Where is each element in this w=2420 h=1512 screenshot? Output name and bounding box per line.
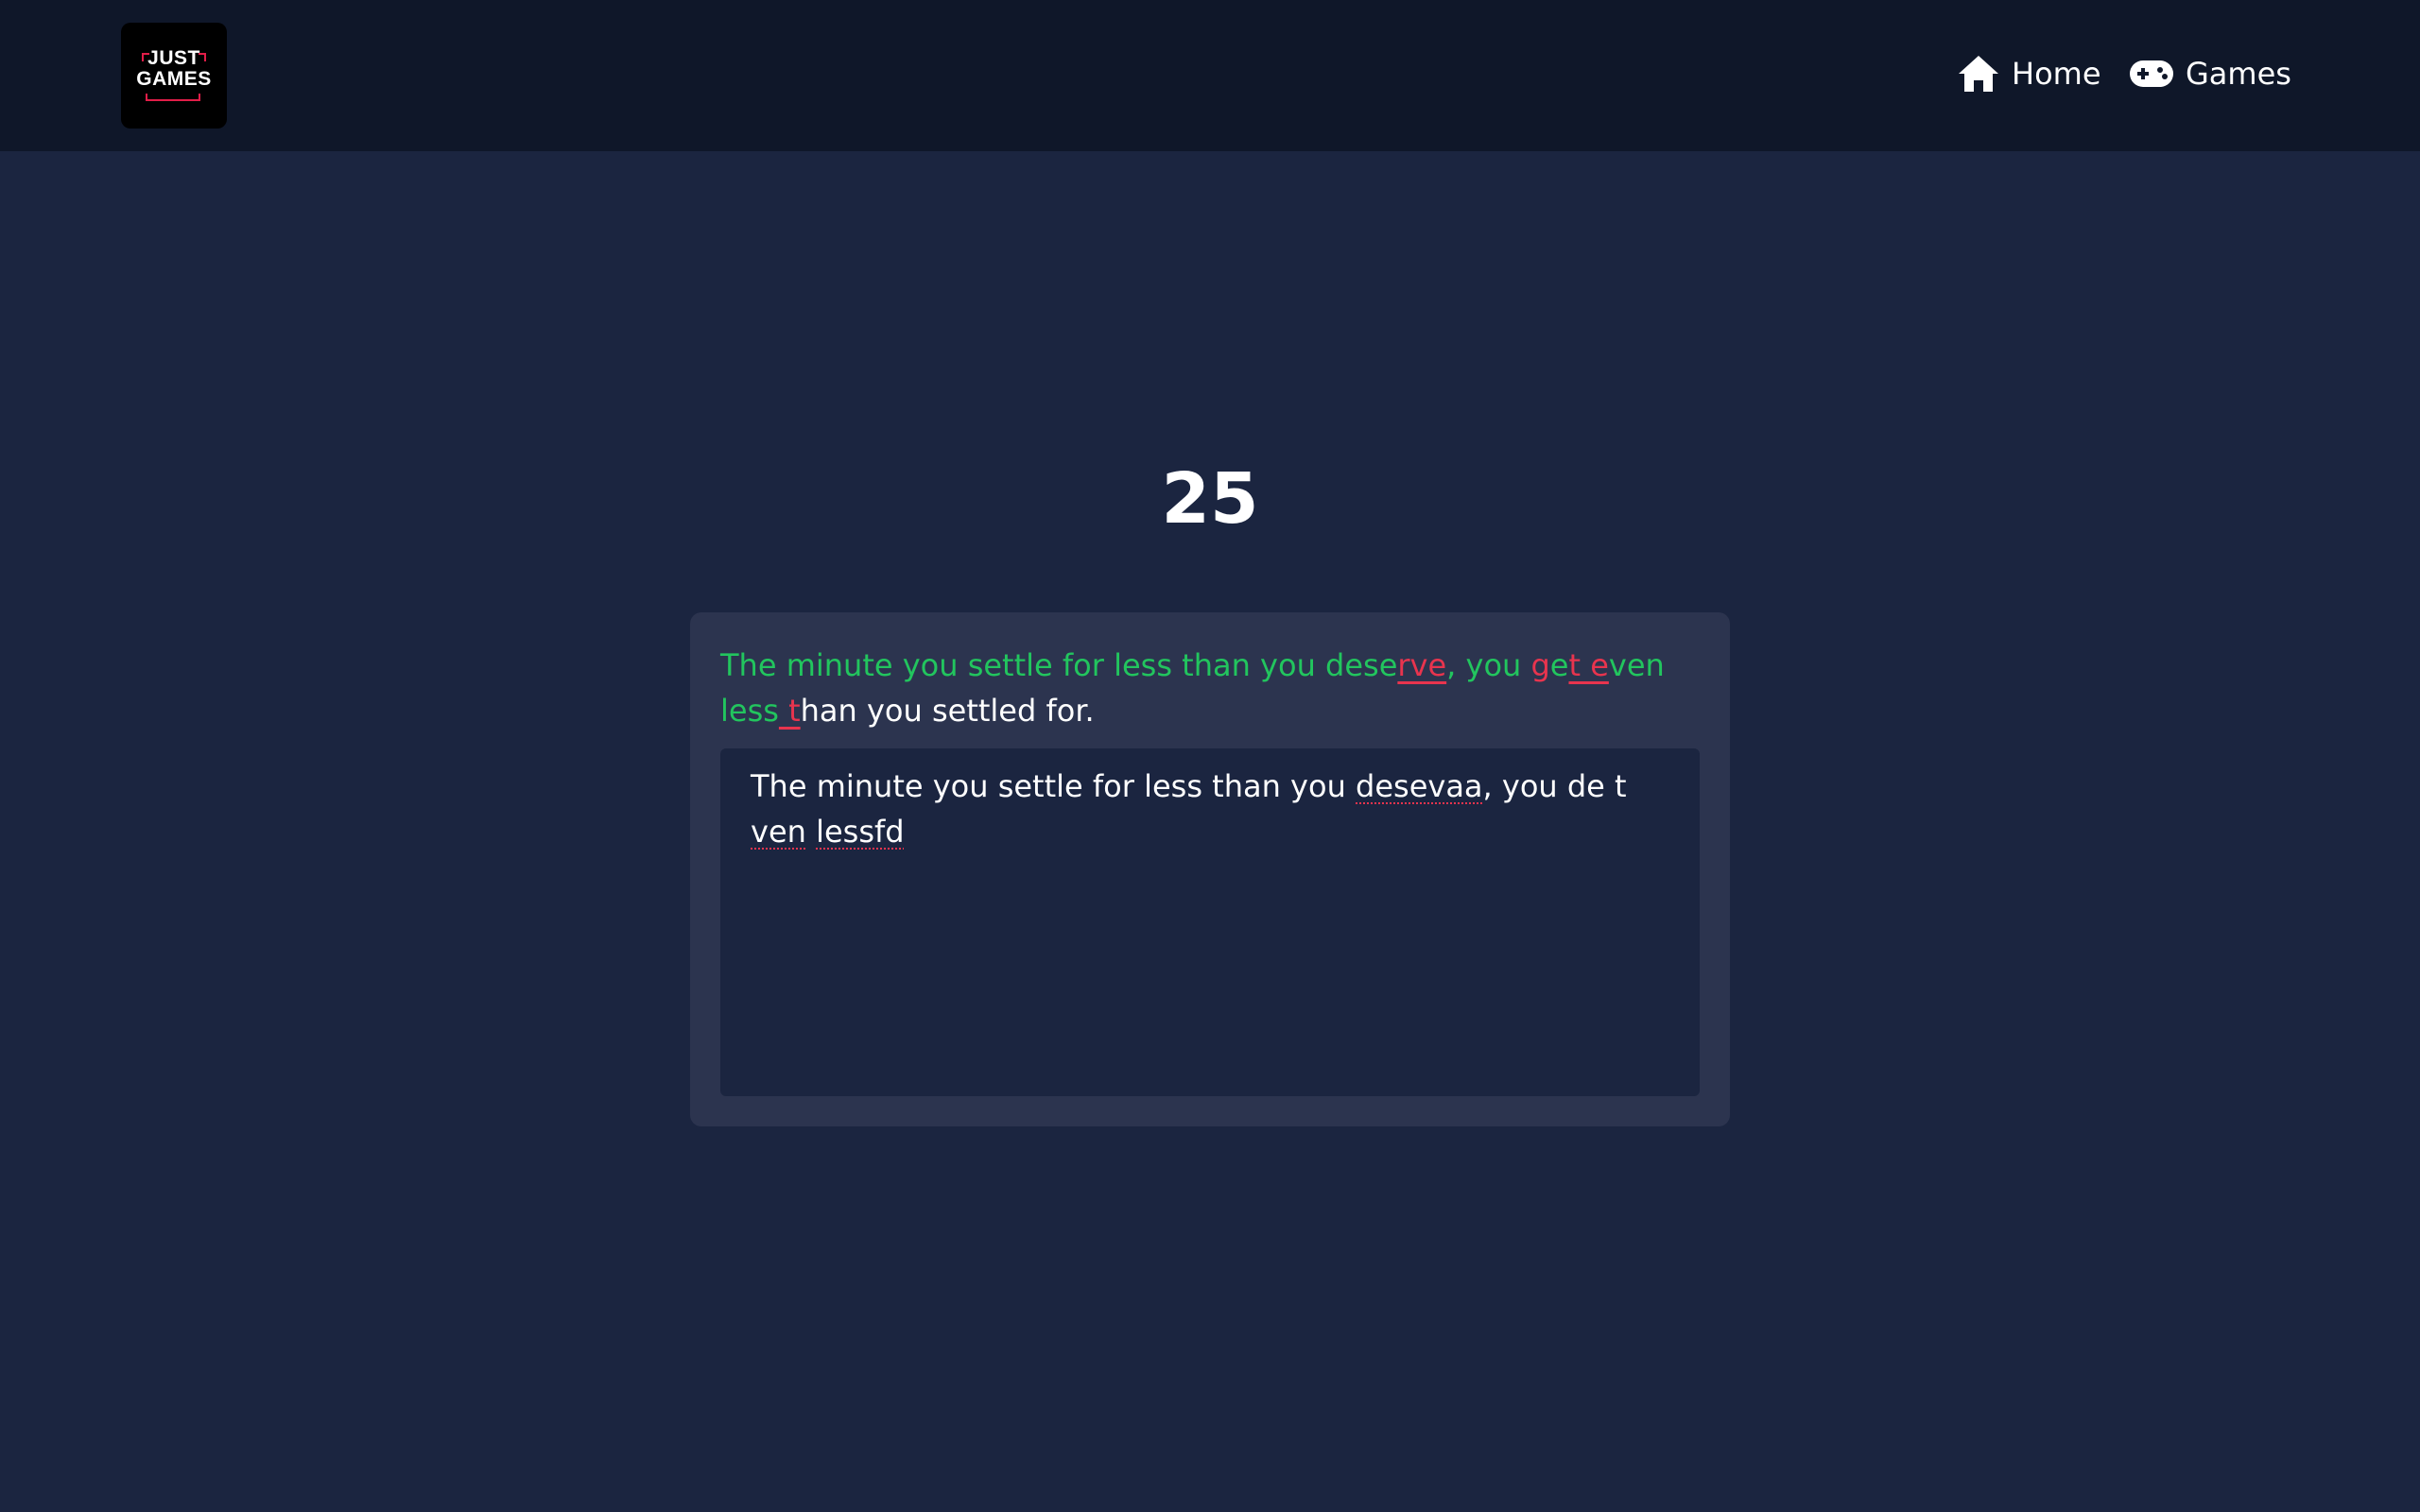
misspelled-word: ven xyxy=(751,814,806,850)
quote-segment-correct: , you xyxy=(1446,647,1531,683)
typed-text: , you de t xyxy=(1482,768,1636,804)
home-icon xyxy=(1957,54,2000,94)
typing-input[interactable]: The minute you settle for less than you … xyxy=(720,748,1700,1096)
nav-games-link[interactable]: Games xyxy=(2129,49,2291,98)
misspelled-word: desevaa xyxy=(1356,768,1483,804)
quote-segment-pending: han you settled for. xyxy=(800,693,1095,729)
just-games-logo[interactable]: JUST GAMES xyxy=(121,23,227,129)
countdown-timer: 25 xyxy=(1161,458,1259,540)
quote-segment-correct: e xyxy=(1549,647,1569,683)
quote-segment-error: g xyxy=(1530,647,1550,683)
typed-text: The minute you settle for less than you xyxy=(751,768,1357,804)
typed-text xyxy=(806,814,816,850)
logo-text-line1: JUST xyxy=(147,47,200,69)
misspelled-word: lessfd xyxy=(816,814,905,850)
quote-segment-error-underlined: rve xyxy=(1397,647,1447,683)
quote-segment-correct: The minute you settle for less than you … xyxy=(720,647,1398,683)
nav-home-label: Home xyxy=(2012,56,2101,92)
top-navbar: JUST GAMES Home Games xyxy=(0,0,2420,151)
logo-underline xyxy=(146,94,200,101)
nav-games-label: Games xyxy=(2186,56,2291,92)
quote-segment-error-underlined: t e xyxy=(1568,647,1609,683)
nav-home-link[interactable]: Home xyxy=(1957,49,2101,98)
logo-text-line2: GAMES xyxy=(136,68,212,90)
quote-segment-error-underlined: t xyxy=(778,693,801,729)
gamepad-icon xyxy=(2129,59,2174,89)
typing-game-card: The minute you settle for less than you … xyxy=(690,612,1730,1126)
target-quote: The minute you settle for less than you … xyxy=(720,643,1703,733)
